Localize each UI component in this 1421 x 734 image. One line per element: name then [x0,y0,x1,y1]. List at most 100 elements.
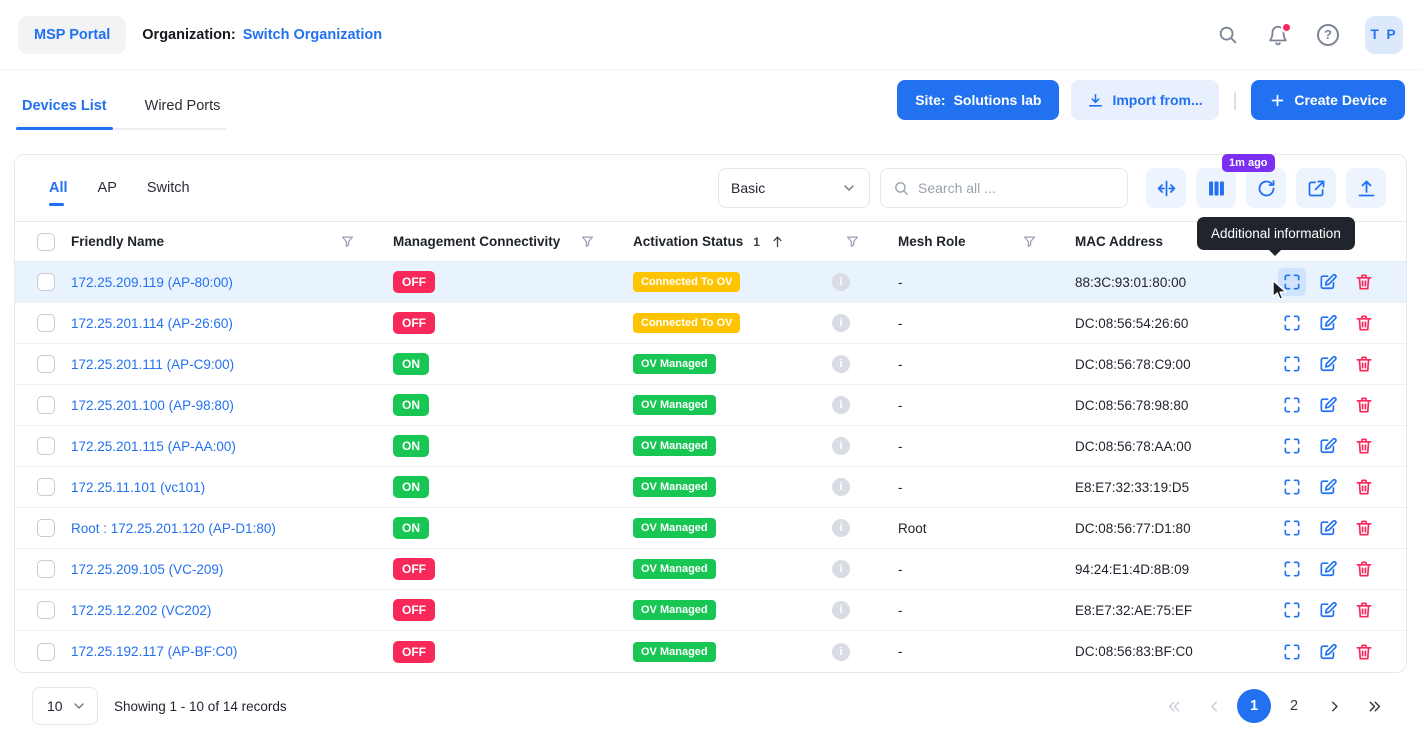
delete-device-button[interactable] [1350,638,1378,666]
info-icon[interactable]: i [832,478,850,496]
next-page-button[interactable] [1317,689,1351,723]
info-icon[interactable]: i [832,273,850,291]
table-row[interactable]: 172.25.12.202 (VC202) OFF OV Managed i -… [15,590,1406,631]
edit-device-button[interactable] [1314,350,1342,378]
header-management-connectivity[interactable]: Management Connectivity [387,234,627,249]
filter-icon[interactable] [340,234,355,249]
device-name-link[interactable]: 172.25.201.115 (AP-AA:00) [71,439,236,454]
filter-icon[interactable] [845,234,860,249]
info-icon[interactable]: i [832,437,850,455]
info-icon[interactable]: i [832,355,850,373]
select-all-checkbox[interactable] [37,233,55,251]
table-row[interactable]: 172.25.11.101 (vc101) ON OV Managed i - … [15,467,1406,508]
organization-link[interactable]: Switch Organization [243,27,382,43]
device-name-link[interactable]: 172.25.209.119 (AP-80:00) [71,275,233,290]
first-page-button[interactable] [1157,689,1191,723]
table-row[interactable]: 172.25.201.100 (AP-98:80) ON OV Managed … [15,385,1406,426]
row-checkbox[interactable] [37,560,55,578]
page-size-select[interactable]: 10 [32,687,98,725]
additional-information-button[interactable] [1278,432,1306,460]
additional-information-button[interactable] [1278,391,1306,419]
row-checkbox[interactable] [37,601,55,619]
info-icon[interactable]: i [832,601,850,619]
additional-information-button[interactable] [1278,555,1306,583]
delete-device-button[interactable] [1350,309,1378,337]
site-selector-button[interactable]: Site: Solutions lab [897,80,1059,120]
device-name-link[interactable]: 172.25.201.114 (AP-26:60) [71,316,233,331]
header-mesh-role[interactable]: Mesh Role [892,234,1069,249]
delete-device-button[interactable] [1350,514,1378,542]
table-row[interactable]: 172.25.201.115 (AP-AA:00) ON OV Managed … [15,426,1406,467]
additional-information-button[interactable] [1278,596,1306,624]
row-checkbox[interactable] [37,437,55,455]
device-name-link[interactable]: 172.25.201.111 (AP-C9:00) [71,357,234,372]
last-page-button[interactable] [1357,689,1391,723]
additional-information-button[interactable] [1278,309,1306,337]
row-checkbox[interactable] [37,355,55,373]
table-row[interactable]: 172.25.209.105 (VC-209) OFF OV Managed i… [15,549,1406,590]
open-external-button[interactable] [1296,168,1336,208]
device-name-link[interactable]: 172.25.209.105 (VC-209) [71,562,223,577]
row-checkbox[interactable] [37,643,55,661]
edit-device-button[interactable] [1314,268,1342,296]
filter-icon[interactable] [1022,234,1037,249]
brand-logo[interactable]: MSP Portal [18,16,126,54]
row-checkbox[interactable] [37,314,55,332]
device-name-link[interactable]: 172.25.201.100 (AP-98:80) [71,398,234,413]
page-number-button[interactable]: 2 [1277,689,1311,723]
view-mode-select[interactable]: Basic [718,168,870,208]
prev-page-button[interactable] [1197,689,1231,723]
additional-information-button[interactable] [1278,473,1306,501]
additional-information-button[interactable] [1278,638,1306,666]
notifications-icon[interactable] [1267,24,1289,46]
table-row[interactable]: 172.25.209.119 (AP-80:00) OFF Connected … [15,262,1406,303]
delete-device-button[interactable] [1350,555,1378,583]
tab-all[interactable]: All [49,180,68,206]
filter-icon[interactable] [580,234,595,249]
expand-columns-button[interactable] [1146,168,1186,208]
create-device-button[interactable]: Create Device [1251,80,1405,120]
edit-device-button[interactable] [1314,555,1342,583]
manage-columns-button[interactable] [1196,168,1236,208]
device-name-link[interactable]: 172.25.12.202 (VC202) [71,603,211,618]
page-number-button[interactable]: 1 [1237,689,1271,723]
additional-information-button[interactable] [1278,514,1306,542]
tab-switch[interactable]: Switch [147,180,190,206]
edit-device-button[interactable] [1314,638,1342,666]
refresh-button[interactable]: 1m ago [1246,168,1286,208]
tab-devices-list[interactable]: Devices List [16,88,113,128]
table-row[interactable]: 172.25.201.111 (AP-C9:00) ON OV Managed … [15,344,1406,385]
user-avatar[interactable]: T P [1365,16,1403,54]
info-icon[interactable]: i [832,314,850,332]
export-button[interactable] [1346,168,1386,208]
table-row[interactable]: 172.25.192.117 (AP-BF:C0) OFF OV Managed… [15,631,1406,672]
header-activation-status[interactable]: Activation Status 1 [627,234,892,249]
edit-device-button[interactable] [1314,309,1342,337]
info-icon[interactable]: i [832,560,850,578]
delete-device-button[interactable] [1350,391,1378,419]
additional-information-button[interactable] [1278,350,1306,378]
search-icon[interactable] [1217,24,1239,46]
delete-device-button[interactable] [1350,350,1378,378]
info-icon[interactable]: i [832,643,850,661]
device-name-link[interactable]: 172.25.11.101 (vc101) [71,480,205,495]
help-icon[interactable]: ? [1317,24,1339,46]
info-icon[interactable]: i [832,396,850,414]
delete-device-button[interactable] [1350,596,1378,624]
edit-device-button[interactable] [1314,514,1342,542]
table-row[interactable]: Root : 172.25.201.120 (AP-D1:80) ON OV M… [15,508,1406,549]
delete-device-button[interactable] [1350,473,1378,501]
row-checkbox[interactable] [37,396,55,414]
row-checkbox[interactable] [37,478,55,496]
table-row[interactable]: 172.25.201.114 (AP-26:60) OFF Connected … [15,303,1406,344]
edit-device-button[interactable] [1314,391,1342,419]
edit-device-button[interactable] [1314,432,1342,460]
device-name-link[interactable]: 172.25.192.117 (AP-BF:C0) [71,644,237,659]
edit-device-button[interactable] [1314,596,1342,624]
row-checkbox[interactable] [37,273,55,291]
device-name-link[interactable]: Root : 172.25.201.120 (AP-D1:80) [71,521,276,536]
tab-ap[interactable]: AP [98,180,117,206]
header-friendly-name[interactable]: Friendly Name [65,234,387,249]
delete-device-button[interactable] [1350,268,1378,296]
tab-wired-ports[interactable]: Wired Ports [139,88,227,128]
